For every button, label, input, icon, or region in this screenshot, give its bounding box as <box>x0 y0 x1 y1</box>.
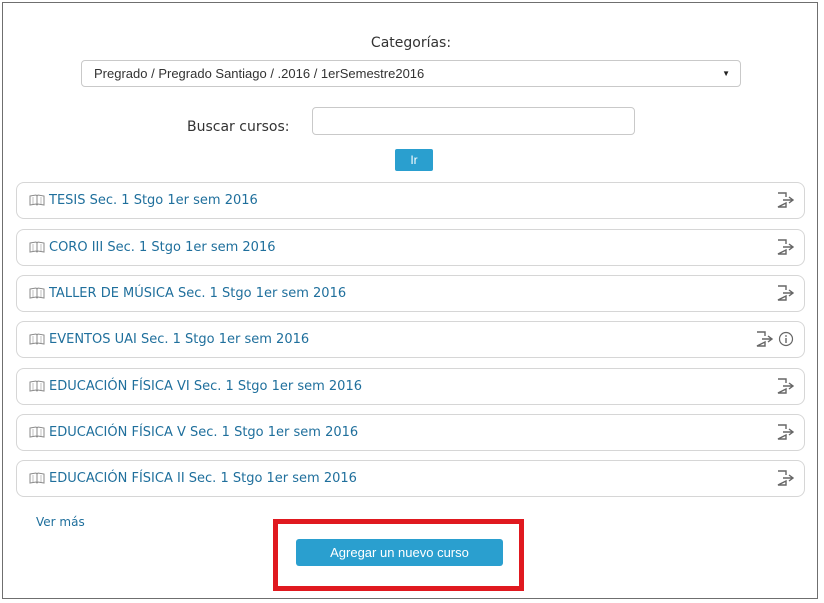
course-title-link[interactable]: EDUCACIÓN FÍSICA V Sec. 1 Stgo 1er sem 2… <box>49 425 358 440</box>
course-actions <box>776 192 794 208</box>
course-row: EDUCACIÓN FÍSICA VI Sec. 1 Stgo 1er sem … <box>16 368 805 405</box>
course-title-link[interactable]: CORO III Sec. 1 Stgo 1er sem 2016 <box>49 240 276 255</box>
course-actions <box>776 378 794 394</box>
add-new-course-button[interactable]: Agregar un nuevo curso <box>296 539 503 566</box>
enrol-icon[interactable] <box>776 424 794 440</box>
course-title-link[interactable]: EDUCACIÓN FÍSICA VI Sec. 1 Stgo 1er sem … <box>49 379 362 394</box>
course-book-icon <box>29 469 49 488</box>
dropdown-arrow-icon: ▼ <box>722 69 730 78</box>
course-book-icon <box>29 191 49 210</box>
enrol-icon[interactable] <box>755 331 773 347</box>
enrol-icon[interactable] <box>776 470 794 486</box>
course-book-icon <box>29 423 49 442</box>
course-row: TESIS Sec. 1 Stgo 1er sem 2016 <box>16 182 805 219</box>
course-title-link[interactable]: EVENTOS UAI Sec. 1 Stgo 1er sem 2016 <box>49 332 309 347</box>
enrol-icon[interactable] <box>776 285 794 301</box>
course-actions <box>776 470 794 486</box>
course-title-link[interactable]: TESIS Sec. 1 Stgo 1er sem 2016 <box>49 193 258 208</box>
category-select[interactable]: Pregrado / Pregrado Santiago / .2016 / 1… <box>81 60 741 87</box>
view-more-link[interactable]: Ver más <box>36 515 85 529</box>
course-row: EVENTOS UAI Sec. 1 Stgo 1er sem 2016 <box>16 321 805 358</box>
course-actions <box>776 424 794 440</box>
course-list-panel: Categorías: Pregrado / Pregrado Santiago… <box>2 2 818 599</box>
course-row: EDUCACIÓN FÍSICA V Sec. 1 Stgo 1er sem 2… <box>16 414 805 451</box>
enrol-icon[interactable] <box>776 378 794 394</box>
info-icon[interactable] <box>778 331 794 347</box>
course-actions <box>776 239 794 255</box>
course-title-link[interactable]: EDUCACIÓN FÍSICA II Sec. 1 Stgo 1er sem … <box>49 471 357 486</box>
course-book-icon <box>29 238 49 257</box>
course-book-icon <box>29 284 49 303</box>
search-input[interactable] <box>312 107 635 135</box>
go-button[interactable]: Ir <box>395 149 433 171</box>
enrol-icon[interactable] <box>776 239 794 255</box>
course-row: TALLER DE MÚSICA Sec. 1 Stgo 1er sem 201… <box>16 275 805 312</box>
course-title-link[interactable]: TALLER DE MÚSICA Sec. 1 Stgo 1er sem 201… <box>49 286 346 301</box>
enrol-icon[interactable] <box>776 192 794 208</box>
course-row: CORO III Sec. 1 Stgo 1er sem 2016 <box>16 229 805 266</box>
course-actions <box>776 285 794 301</box>
course-book-icon <box>29 330 49 349</box>
course-book-icon <box>29 377 49 396</box>
course-row: EDUCACIÓN FÍSICA II Sec. 1 Stgo 1er sem … <box>16 460 805 497</box>
categories-label: Categorías: <box>370 35 452 51</box>
course-actions <box>755 331 794 347</box>
search-label: Buscar cursos: <box>187 119 290 135</box>
category-selected-value: Pregrado / Pregrado Santiago / .2016 / 1… <box>94 66 425 81</box>
